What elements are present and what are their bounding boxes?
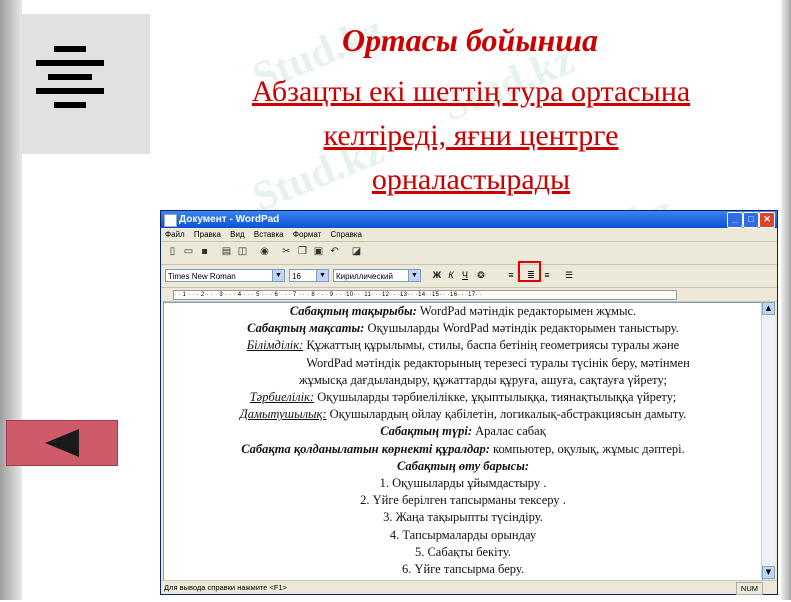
window-titlebar: Документ - WordPad _ □ ✕ [161, 211, 777, 228]
menu-help[interactable]: Справка [331, 230, 362, 239]
italic-button[interactable]: К [445, 269, 457, 282]
vertical-scrollbar[interactable]: ▲ ▼ [761, 302, 775, 579]
bold-button[interactable]: Ж [431, 269, 443, 282]
menu-edit[interactable]: Правка [194, 230, 221, 239]
print-icon[interactable]: ▤ [221, 246, 232, 257]
doc-line: Сабақтың түрі: Аралас сабақ [164, 423, 762, 440]
back-arrow-icon [45, 429, 79, 457]
doc-line: Сабақтың мақсаты: Оқушыларды WordPad мәт… [164, 320, 762, 337]
color-palette-icon[interactable]: ❂ [475, 269, 487, 282]
align-center-highlight [518, 261, 541, 282]
doc-text: Құжаттың құрылымы, стилы, баспа бетінің … [303, 338, 680, 353]
slide-subtitle: Абзацты екі шеттің тура ортасына келтіре… [165, 70, 777, 202]
menu-insert[interactable]: Вставка [254, 230, 284, 239]
format-toolbar: Times New Roman ▼ 16 ▼ Кириллический ▼ Ж… [161, 265, 777, 288]
print-preview-icon[interactable]: ◫ [237, 246, 248, 257]
menu-file[interactable]: Файл [165, 230, 185, 239]
doc-label: Тәрбиелілік: [249, 390, 315, 405]
chevron-down-icon[interactable]: ▼ [408, 270, 420, 281]
paste-icon[interactable]: ▣ [313, 246, 324, 257]
doc-line: жұмысқа дағдыландыру, құжаттарды құруға,… [298, 372, 668, 387]
font-size-value: 16 [292, 272, 301, 281]
open-folder-icon[interactable]: ▭ [183, 246, 194, 257]
doc-line: Тәрбиелілік: Оқушыларды тәрбиелілікке, ұ… [164, 389, 762, 406]
num-lock-indicator: NUM [735, 582, 763, 595]
align-right-icon[interactable]: ≡ [541, 269, 553, 282]
list-item: 6. Үйге тапсырма беру. [402, 562, 524, 577]
doc-label: Сабақтың мақсаты: [247, 321, 365, 336]
doc-text: Аралас сабақ [472, 424, 546, 439]
scroll-up-icon[interactable]: ▲ [762, 302, 775, 315]
doc-line: Сабақта қолданылатын көрнекті құралдар: … [164, 441, 762, 458]
menu-bar: Файл Правка Вид Вставка Формат Справка [161, 228, 777, 242]
wordpad-window: Документ - WordPad _ □ ✕ Файл Правка Вид… [160, 210, 778, 595]
align-center-icon [36, 46, 104, 108]
date-time-icon[interactable]: ◪ [351, 246, 362, 257]
undo-icon[interactable]: ↶ [329, 246, 340, 257]
left-decor-strip [0, 0, 22, 600]
list-item: 3. Жаңа тақырыпты түсіндіру. [383, 510, 543, 525]
doc-label: Сабақтың тақырыбы: [289, 304, 417, 318]
list-item: 2. Үйге берілген тапсырманы тексеру . [360, 493, 566, 508]
list-item: 1. Оқушыларды ұйымдастыру . [379, 476, 547, 491]
subtitle-line: келтіреді, яғни центрге [323, 119, 619, 152]
doc-label: Сабақтың түрі: [380, 424, 473, 439]
list-item: 5. Сабақты бекіту. [414, 544, 512, 559]
subtitle-line: орналастырады [371, 163, 571, 196]
doc-line: Сабақтың тақырыбы: WordPad мәтіндік реда… [164, 303, 762, 320]
charset-select[interactable]: Кириллический ▼ [333, 269, 421, 282]
list-item: 4. Тапсырмаларды орындау [389, 527, 537, 542]
ruler-scale: · · 1 · · · 2 · · · 3 · · · 4 · · · 5 · … [173, 290, 677, 300]
status-text: Для вывода справки нажмите <F1> [164, 583, 287, 592]
chevron-down-icon[interactable]: ▼ [316, 270, 328, 281]
copy-icon[interactable]: ❐ [297, 246, 308, 257]
doc-label: Сабақтың өту барысы: [396, 458, 530, 473]
minimize-button[interactable]: _ [727, 212, 743, 228]
menu-view[interactable]: Вид [230, 230, 244, 239]
doc-text: Оқушылардың ойлау қабілетін, логикалық-а… [326, 407, 687, 422]
doc-text: WordPad мәтіндік редакторымен жұмыс. [416, 304, 637, 318]
doc-text: Оқушыларды тәрбиелілікке, ұқыптылыққа, т… [314, 390, 677, 405]
doc-label: Дамытушылық: [239, 407, 327, 422]
doc-label: Білімділік: [246, 338, 304, 353]
save-icon[interactable]: ▪ [199, 246, 210, 257]
underline-button[interactable]: Ч [459, 269, 471, 282]
cut-icon[interactable]: ✂ [281, 246, 292, 257]
maximize-button[interactable]: □ [743, 212, 759, 228]
align-left-icon[interactable]: ≡ [505, 269, 517, 282]
new-document-icon[interactable]: ▯ [167, 246, 178, 257]
window-title: Документ - WordPad [179, 214, 280, 225]
doc-label: Сабақта қолданылатын көрнекті құралдар: [241, 441, 490, 456]
doc-line: Сабақтың өту барысы: [164, 458, 762, 475]
right-decor-strip [781, 0, 791, 600]
align-center-icon-panel [22, 14, 150, 154]
ruler: · · 1 · · · 2 · · · 3 · · · 4 · · · 5 · … [161, 288, 777, 302]
doc-line: Дамытушылық: Оқушылардың ойлау қабілетін… [164, 406, 762, 423]
scroll-down-icon[interactable]: ▼ [762, 566, 775, 579]
find-icon[interactable]: ◉ [259, 246, 270, 257]
back-button[interactable] [6, 420, 118, 466]
chevron-down-icon[interactable]: ▼ [272, 270, 284, 281]
font-name-value: Times New Roman [168, 272, 236, 281]
slide-title: Ортасы бойынша [342, 22, 598, 58]
doc-line: Білімділік: Құжаттың құрылымы, стилы, ба… [164, 337, 762, 354]
bullets-icon[interactable]: ☰ [563, 269, 575, 282]
doc-text: компьютер, оқулық, жұмыс дәптері. [489, 441, 685, 456]
menu-format[interactable]: Формат [293, 230, 321, 239]
doc-text: Оқушыларды WordPad мәтіндік редакторымен… [364, 321, 679, 336]
font-size-select[interactable]: 16 ▼ [289, 269, 329, 282]
charset-value: Кириллический [336, 272, 393, 281]
standard-toolbar: ▯ ▭ ▪ ▤ ◫ ◉ ✂ ❐ ▣ ↶ ◪ [161, 242, 777, 265]
status-bar: Для вывода справки нажмите <F1> NUM [161, 580, 777, 595]
subtitle-line: Абзацты екі шеттің тура ортасына [251, 75, 691, 108]
doc-line: WordPad мәтіндік редакторының терезесі т… [306, 355, 690, 370]
close-button[interactable]: ✕ [759, 212, 775, 228]
wordpad-app-icon [164, 214, 177, 227]
font-name-select[interactable]: Times New Roman ▼ [165, 269, 285, 282]
document-area[interactable]: Сабақтың тақырыбы: WordPad мәтіндік реда… [163, 302, 763, 581]
